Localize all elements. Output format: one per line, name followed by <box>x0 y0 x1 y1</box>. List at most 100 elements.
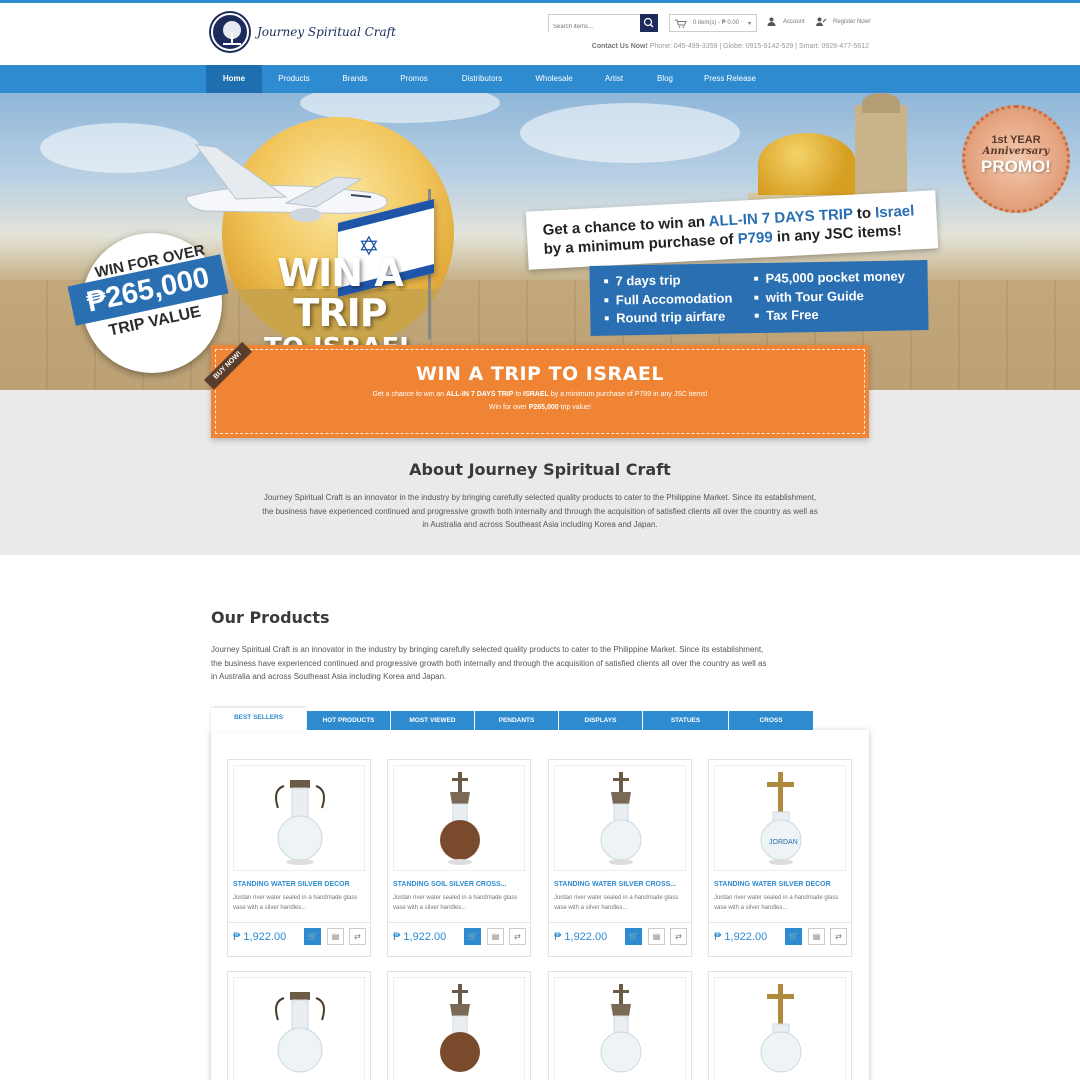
nav-press-release[interactable]: Press Release <box>698 65 762 93</box>
product-card[interactable] <box>548 971 692 1080</box>
nav-brands[interactable]: Brands <box>328 65 382 93</box>
wishlist-button[interactable]: ▤ <box>487 928 504 945</box>
feature-item: 7 days trip <box>604 271 754 290</box>
site-logo[interactable]: Journey Spiritual Craft <box>211 13 396 51</box>
airplane-icon <box>185 144 388 222</box>
nav-home[interactable]: Home <box>206 65 262 93</box>
promo-cta-title: WIN A TRIP TO ISRAEL <box>416 363 664 385</box>
product-image[interactable] <box>714 977 846 1080</box>
product-card[interactable] <box>387 971 531 1080</box>
cart-summary: 0 item(s) - ₱ 0.00 <box>693 20 740 26</box>
svg-text:JORDAN: JORDAN <box>769 839 798 846</box>
promo-cta-box[interactable]: WIN A TRIP TO ISRAEL Get a chance to win… <box>211 345 869 438</box>
account-link[interactable]: Account <box>767 17 805 26</box>
nav-artist[interactable]: Artist <box>596 65 632 93</box>
product-price: ₱ 1,922.00 <box>233 931 287 943</box>
feature-item: P45,000 pocket money <box>754 268 924 288</box>
product-image[interactable] <box>554 765 686 871</box>
clipboard-icon: ▤ <box>331 932 340 941</box>
search-icon <box>643 17 654 28</box>
cart-icon: 🛒 <box>788 932 799 941</box>
product-card[interactable]: STANDING WATER SILVER DECOR Jordan river… <box>227 759 371 957</box>
nav-products[interactable]: Products <box>264 65 324 93</box>
promo-cta-line1: Get a chance to win an ALL-IN 7 DAYS TRI… <box>372 391 708 398</box>
product-name[interactable]: STANDING WATER SILVER DECOR <box>233 881 367 888</box>
product-image[interactable] <box>393 765 525 871</box>
tab-displays[interactable]: DISPLAYS <box>559 711 643 730</box>
feature-item: Round trip airfare <box>604 308 754 327</box>
product-description: Jordan river water sealed in a handmade … <box>554 895 679 911</box>
product-name[interactable]: STANDING SOIL SILVER CROSS... <box>393 881 527 888</box>
product-image[interactable] <box>233 765 365 871</box>
site-header: Journey Spiritual Craft 0 item(s) - ₱ 0.… <box>0 3 1080 65</box>
tab-hot-products[interactable]: HOT PRODUCTS <box>307 711 391 730</box>
cart-icon <box>675 19 687 28</box>
product-description: Jordan river water sealed in a handmade … <box>393 895 518 911</box>
product-card[interactable] <box>708 971 852 1080</box>
clipboard-icon: ▤ <box>812 932 821 941</box>
about-title: About Journey Spiritual Craft <box>409 460 671 479</box>
add-to-cart-button[interactable]: 🛒 <box>304 928 321 945</box>
product-card[interactable]: STANDING WATER SILVER CROSS... Jordan ri… <box>548 759 692 957</box>
wishlist-button[interactable]: ▤ <box>648 928 665 945</box>
compare-icon: ⇄ <box>514 932 521 941</box>
register-icon <box>816 17 827 26</box>
anniversary-seal: 1st YEAR Anniversary PROMO! <box>962 105 1070 213</box>
tab-best-sellers[interactable]: BEST SELLERS <box>211 708 306 732</box>
product-image[interactable] <box>233 977 365 1080</box>
promo-cta-line2: Win for over P265,000 trip value! <box>489 404 591 411</box>
cart-dropdown[interactable]: 0 item(s) - ₱ 0.00 ▾ <box>669 14 757 32</box>
feature-item: Full Accomodation <box>604 290 754 309</box>
tab-most-viewed[interactable]: MOST VIEWED <box>391 711 475 730</box>
product-name[interactable]: STANDING WATER SILVER CROSS... <box>554 881 688 888</box>
product-name[interactable]: STANDING WATER SILVER DECOR <box>714 881 848 888</box>
add-to-cart-button[interactable]: 🛒 <box>464 928 481 945</box>
nav-distributors[interactable]: Distributors <box>450 65 514 93</box>
product-image[interactable] <box>554 977 686 1080</box>
compare-button[interactable]: ⇄ <box>349 928 366 945</box>
user-icon <box>767 17 776 26</box>
product-image[interactable] <box>393 977 525 1080</box>
contact-label: Contact Us Now! <box>591 43 648 50</box>
product-description: Jordan river water sealed in a handmade … <box>714 895 839 911</box>
nav-wholesale[interactable]: Wholesale <box>525 65 583 93</box>
register-label: Register Now! <box>833 18 871 25</box>
wishlist-button[interactable]: ▤ <box>327 928 344 945</box>
trip-features-list: 7 days trip P45,000 pocket money Full Ac… <box>589 260 929 336</box>
compare-icon: ⇄ <box>354 932 361 941</box>
clipboard-icon: ▤ <box>491 932 500 941</box>
account-label: Account <box>783 18 805 25</box>
compare-button[interactable]: ⇄ <box>509 928 526 945</box>
product-price: ₱ 1,922.00 <box>714 931 768 943</box>
add-to-cart-button[interactable]: 🛒 <box>785 928 802 945</box>
product-image[interactable]: JORDAN <box>714 765 846 871</box>
products-text: Journey Spiritual Craft is an innovator … <box>211 645 767 681</box>
add-to-cart-button[interactable]: 🛒 <box>625 928 642 945</box>
compare-button[interactable]: ⇄ <box>670 928 687 945</box>
compare-icon: ⇄ <box>835 932 842 941</box>
product-price: ₱ 1,922.00 <box>554 931 608 943</box>
search-button[interactable] <box>640 14 658 32</box>
cart-icon: 🛒 <box>307 932 318 941</box>
products-title: Our Products <box>211 608 330 627</box>
chevron-down-icon: ▾ <box>747 21 751 27</box>
nav-blog[interactable]: Blog <box>648 65 682 93</box>
product-card[interactable]: JORDAN STANDING WATER SILVER DECOR Jorda… <box>708 759 852 957</box>
tab-cross[interactable]: CROSS <box>729 711 813 730</box>
tab-statues[interactable]: STATUES <box>643 711 729 730</box>
nav-promos[interactable]: Promos <box>388 65 440 93</box>
tab-pendants[interactable]: PENDANTS <box>475 711 559 730</box>
feature-item: Tax Free <box>754 305 924 325</box>
product-card[interactable] <box>227 971 371 1080</box>
wishlist-button[interactable]: ▤ <box>808 928 825 945</box>
product-card[interactable]: STANDING SOIL SILVER CROSS... Jordan riv… <box>387 759 531 957</box>
tree-logo-icon <box>211 13 249 51</box>
feature-item: with Tour Guide <box>754 287 924 307</box>
compare-button[interactable]: ⇄ <box>830 928 847 945</box>
contact-numbers: Phone: 045-499-3359 | Globe: 0915-9142-5… <box>649 43 869 50</box>
search-input[interactable] <box>549 19 641 35</box>
register-link[interactable]: Register Now! <box>816 17 871 26</box>
product-price: ₱ 1,922.00 <box>393 931 447 943</box>
clipboard-icon: ▤ <box>652 932 661 941</box>
product-description: Jordan river water sealed in a handmade … <box>233 895 358 911</box>
